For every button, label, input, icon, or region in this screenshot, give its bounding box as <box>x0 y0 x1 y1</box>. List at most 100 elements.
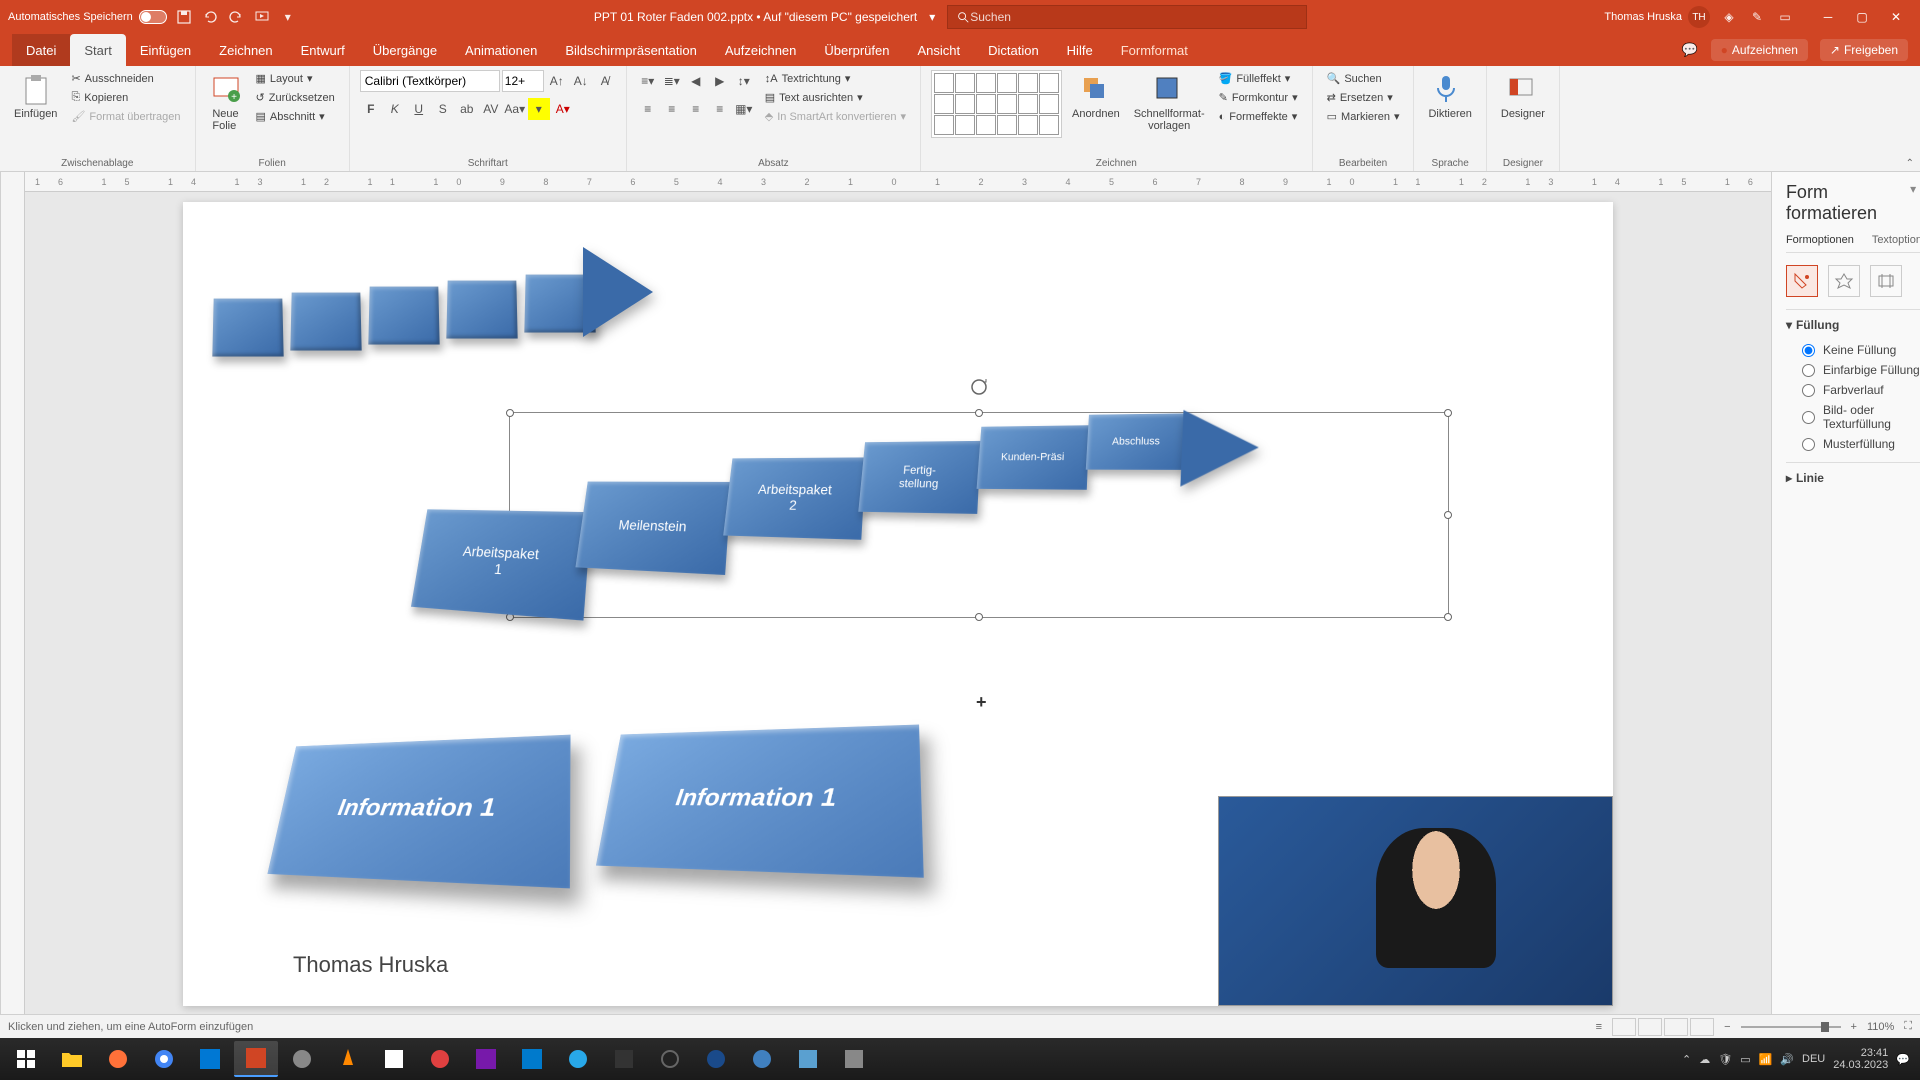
view-normal-button[interactable] <box>1612 1018 1636 1036</box>
app-icon-1[interactable] <box>280 1041 324 1077</box>
start-button[interactable] <box>4 1041 48 1077</box>
notes-button[interactable]: ≡ <box>1596 1021 1602 1033</box>
window-icon[interactable]: ▭ <box>1776 8 1794 26</box>
align-justify-button[interactable]: ≡ <box>709 98 731 120</box>
tab-formformat[interactable]: Formformat <box>1107 34 1202 66</box>
format-painter-button[interactable]: 🖌Format übertragen <box>67 108 184 125</box>
select-button[interactable]: ▭Markieren ▾ <box>1323 108 1404 125</box>
pane-dropdown-icon[interactable]: ▾ <box>1910 182 1916 224</box>
sel-handle-tc[interactable] <box>975 409 983 417</box>
tray-lang[interactable]: DEU <box>1802 1053 1825 1065</box>
autosave-toggle[interactable]: Automatisches Speichern <box>8 10 167 24</box>
tray-wifi-icon[interactable]: 📶 <box>1759 1053 1773 1066</box>
redo-icon[interactable] <box>227 8 245 26</box>
new-slide-button[interactable]: + Neue Folie <box>206 70 246 136</box>
tab-bildschirm[interactable]: Bildschirmpräsentation <box>551 34 711 66</box>
view-slideshow-button[interactable] <box>1690 1018 1714 1036</box>
underline-button[interactable]: U <box>408 98 430 120</box>
cut-button[interactable]: ✂Ausschneiden <box>67 70 184 87</box>
paste-button[interactable]: Einfügen <box>10 70 61 124</box>
tab-hilfe[interactable]: Hilfe <box>1053 34 1107 66</box>
bold-button[interactable]: F <box>360 98 382 120</box>
sel-handle-br[interactable] <box>1444 613 1452 621</box>
radio-picture-fill[interactable]: Bild- oder Texturfüllung <box>1786 400 1920 434</box>
filename-dropdown-icon[interactable]: ▾ <box>929 10 935 24</box>
find-button[interactable]: 🔍Suchen <box>1323 70 1404 87</box>
zoom-out-button[interactable]: − <box>1724 1021 1730 1033</box>
size-properties-icon[interactable] <box>1870 265 1902 297</box>
bullets-button[interactable]: ≡▾ <box>637 70 659 92</box>
tray-battery-icon[interactable]: ▭ <box>1740 1053 1750 1066</box>
app-icon-8[interactable] <box>832 1041 876 1077</box>
quickstyles-button[interactable]: Schnellformat- vorlagen <box>1130 70 1209 136</box>
tab-animationen[interactable]: Animationen <box>451 34 551 66</box>
close-button[interactable]: ✕ <box>1880 6 1912 28</box>
zoom-in-button[interactable]: + <box>1851 1021 1857 1033</box>
tab-ueberpruefen[interactable]: Überprüfen <box>810 34 903 66</box>
zoom-slider[interactable] <box>1741 1026 1841 1028</box>
app-icon-3[interactable] <box>418 1041 462 1077</box>
info-block-1[interactable]: Information 1 <box>267 735 570 889</box>
tray-security-icon[interactable]: 🛡 <box>1718 1053 1732 1066</box>
align-left-button[interactable]: ≡ <box>637 98 659 120</box>
tray-notifications-icon[interactable]: 💬 <box>1896 1053 1910 1066</box>
reset-button[interactable]: ↺Zurücksetzen <box>252 89 339 106</box>
outdent-button[interactable]: ◀ <box>685 70 707 92</box>
minimize-button[interactable]: ─ <box>1812 6 1844 28</box>
section-button[interactable]: ▤Abschnitt ▾ <box>252 108 339 125</box>
tab-ansicht[interactable]: Ansicht <box>903 34 974 66</box>
comments-icon[interactable]: 💬 <box>1681 41 1699 59</box>
powerpoint-icon[interactable] <box>234 1041 278 1077</box>
tray-cloud-icon[interactable]: ☁ <box>1699 1053 1710 1066</box>
line-spacing-button[interactable]: ↕▾ <box>733 70 755 92</box>
radio-gradient-fill[interactable]: Farbverlauf <box>1786 380 1920 400</box>
chrome-icon[interactable] <box>142 1041 186 1077</box>
present-icon[interactable] <box>253 8 271 26</box>
grow-font-button[interactable]: A↑ <box>546 70 568 92</box>
align-text-button[interactable]: ▤Text ausrichten ▾ <box>761 89 910 106</box>
effects-pane-icon[interactable] <box>1828 265 1860 297</box>
tray-clock[interactable]: 23:41 24.03.2023 <box>1833 1047 1888 1071</box>
telegram-icon[interactable] <box>556 1041 600 1077</box>
effects-button[interactable]: ◐Formeffekte ▾ <box>1215 108 1302 125</box>
diamond-icon[interactable]: ◈ <box>1720 8 1738 26</box>
search-bar[interactable] <box>947 5 1307 29</box>
indent-button[interactable]: ▶ <box>709 70 731 92</box>
fill-line-icon[interactable] <box>1786 265 1818 297</box>
zoom-label[interactable]: 110% <box>1867 1021 1894 1033</box>
slide-canvas[interactable]: Arbeitspaket 1 Meilenstein Arbeitspaket … <box>183 202 1613 1006</box>
3d-arrow-top[interactable] <box>213 247 653 387</box>
tab-dictation[interactable]: Dictation <box>974 34 1053 66</box>
radio-solid-fill[interactable]: Einfarbige Füllung <box>1786 360 1920 380</box>
tray-volume-icon[interactable]: 🔊 <box>1780 1053 1794 1066</box>
onenote-icon[interactable] <box>464 1041 508 1077</box>
text-direction-button[interactable]: ↕ATextrichtung ▾ <box>761 70 910 87</box>
fit-window-button[interactable]: ⛶ <box>1904 1020 1912 1033</box>
designer-button[interactable]: Designer <box>1497 70 1549 124</box>
fill-section-header[interactable]: ▾ Füllung <box>1786 318 1920 332</box>
undo-icon[interactable] <box>201 8 219 26</box>
tab-zeichnen[interactable]: Zeichnen <box>205 34 286 66</box>
tab-aufzeichnen[interactable]: Aufzeichnen <box>711 34 811 66</box>
user-badge[interactable]: Thomas Hruska TH <box>1604 6 1710 28</box>
rotate-handle[interactable] <box>969 377 989 397</box>
qat-more-icon[interactable]: ▾ <box>279 8 297 26</box>
sel-handle-mr[interactable] <box>1444 511 1452 519</box>
view-sorter-button[interactable] <box>1638 1018 1662 1036</box>
dictate-button[interactable]: Diktieren <box>1424 70 1475 124</box>
tab-datei[interactable]: Datei <box>12 34 70 66</box>
shrink-font-button[interactable]: A↓ <box>570 70 592 92</box>
font-color-button[interactable]: A▾ <box>552 98 574 120</box>
columns-button[interactable]: ▦▾ <box>733 98 755 120</box>
font-name-select[interactable] <box>360 70 500 92</box>
radio-pattern-fill[interactable]: Musterfüllung <box>1786 434 1920 454</box>
arrange-button[interactable]: Anordnen <box>1068 70 1124 124</box>
view-reading-button[interactable] <box>1664 1018 1688 1036</box>
app-icon-7[interactable] <box>786 1041 830 1077</box>
align-center-button[interactable]: ≡ <box>661 98 683 120</box>
shadow-button[interactable]: ab <box>456 98 478 120</box>
collapse-ribbon-button[interactable]: ⌃ <box>1906 158 1914 169</box>
highlight-button[interactable]: ▾ <box>528 98 550 120</box>
vlc-icon[interactable] <box>326 1041 370 1077</box>
app-icon-4[interactable] <box>602 1041 646 1077</box>
